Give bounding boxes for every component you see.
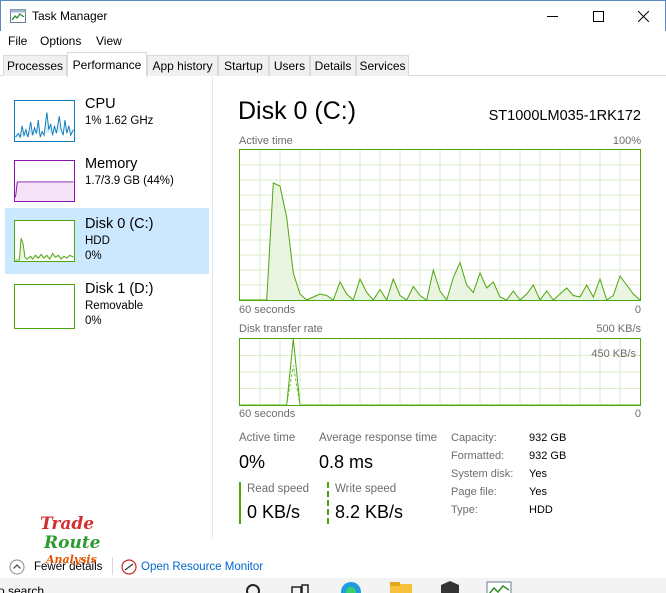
active-time-label: Active time [239, 432, 296, 444]
window-title: Task Manager [32, 9, 108, 23]
sidebar-item-detail: 1.7/3.9 GB (44%) [85, 175, 174, 187]
disk-detail-panel: Disk 0 (C:) ST1000LM035-1RK172 Active ti… [214, 77, 666, 539]
close-icon [637, 11, 649, 22]
type-value: HDD [529, 504, 553, 516]
read-speed-value: 0 KB/s [247, 502, 301, 522]
capacity-value: 932 GB [529, 432, 567, 444]
sidebar-item-usage: 0% [85, 250, 102, 262]
tab-performance[interactable]: Performance [67, 52, 147, 77]
sidebar-item-detail: Removable [85, 300, 144, 312]
tab-services[interactable]: Services [356, 55, 409, 76]
cpu-mini-graph [14, 100, 75, 142]
transfer-rate-graph: 450 KB/s [239, 338, 641, 406]
transfer-rate-graph-label: Disk transfer rate [239, 323, 323, 335]
open-resource-monitor-link[interactable]: Open Resource Monitor [141, 561, 263, 573]
resource-monitor-icon [121, 559, 137, 575]
tab-startup[interactable]: Startup [218, 55, 269, 76]
footer-divider [112, 557, 113, 575]
transfer-rate-graph-max: 500 KB/s [596, 323, 641, 335]
system-disk-label: System disk: [451, 468, 514, 480]
tab-details[interactable]: Details [310, 55, 356, 76]
store-icon[interactable] [438, 581, 462, 593]
sidebar-item-disk-1[interactable]: Disk 1 (D:) Removable 0% [5, 273, 209, 339]
watermark-line-2: Route [44, 533, 101, 553]
close-button[interactable] [620, 1, 666, 32]
sidebar-item-title: Disk 0 (C:) [85, 216, 154, 232]
sidebar-item-title: Disk 1 (D:) [85, 281, 154, 297]
disk-model: ST1000LM035-1RK172 [488, 108, 641, 124]
active-time-graph-xmin: 60 seconds [239, 304, 296, 316]
read-speed-marker [239, 482, 241, 524]
active-time-graph-label: Active time [239, 135, 293, 147]
read-speed-label: Read speed [247, 483, 310, 495]
transfer-rate-graph-xmin: 60 seconds [239, 408, 296, 420]
sidebar-item-detail: HDD [85, 235, 110, 247]
active-time-graph-xmax: 0 [634, 304, 641, 316]
task-manager-icon [10, 9, 26, 23]
write-speed-value: 8.2 KB/s [335, 502, 404, 522]
active-time-graph-max: 100% [612, 135, 641, 147]
active-time-graph [239, 149, 641, 301]
sidebar-item-cpu[interactable]: CPU 1% 1.62 GHz [5, 88, 209, 154]
taskbar-search-icon[interactable] [245, 583, 261, 593]
trade-route-watermark: Trade Route Analysis [40, 514, 101, 567]
avg-response-label: Average response time [319, 432, 438, 444]
menu-bar: File Options View [0, 31, 666, 51]
file-explorer-icon[interactable] [389, 581, 413, 593]
active-time-value: 0% [239, 452, 266, 472]
transfer-rate-inner-scale: 450 KB/s [591, 348, 636, 360]
sidebar-item-disk-0[interactable]: Disk 0 (C:) HDD 0% [5, 208, 209, 274]
capacity-label: Capacity: [451, 432, 497, 444]
write-speed-marker [327, 482, 329, 524]
transfer-rate-graph-xmax: 0 [634, 408, 641, 420]
tab-users[interactable]: Users [269, 55, 310, 76]
windows-taskbar: o search [0, 578, 666, 593]
menu-view[interactable]: View [96, 34, 122, 48]
task-view-icon[interactable] [291, 583, 309, 593]
formatted-value: 932 GB [529, 450, 567, 462]
write-speed-label: Write speed [335, 483, 397, 495]
sidebar-item-title: Memory [85, 156, 138, 172]
sidebar-item-usage: 0% [85, 315, 102, 327]
tab-bar: Processes Performance App history Startu… [0, 52, 666, 77]
maximize-icon [592, 11, 604, 22]
watermark-line-1: Trade [40, 514, 95, 534]
sidebar-item-title: CPU [85, 96, 116, 112]
memory-mini-graph [14, 160, 75, 202]
collapse-chevron-icon[interactable] [9, 559, 25, 575]
type-label: Type: [451, 504, 478, 516]
disk-1-mini-graph [14, 284, 75, 329]
page-title: Disk 0 (C:) [238, 97, 357, 125]
edge-browser-icon[interactable] [340, 581, 362, 593]
sidebar-item-memory[interactable]: Memory 1.7/3.9 GB (44%) [5, 148, 209, 214]
taskbar-task-manager-icon[interactable] [486, 581, 512, 593]
watermark-line-3: Analysis [46, 553, 97, 566]
avg-response-value: 0.8 ms [319, 452, 374, 472]
page-file-label: Page file: [451, 486, 497, 498]
minimize-button[interactable] [529, 1, 575, 32]
minimize-icon [546, 16, 558, 17]
tab-app-history[interactable]: App history [147, 55, 218, 76]
formatted-label: Formatted: [451, 450, 505, 462]
sidebar-item-detail: 1% 1.62 GHz [85, 115, 154, 127]
menu-file[interactable]: File [8, 34, 27, 48]
taskbar-search-text[interactable]: o search [0, 584, 44, 593]
disk-0-mini-graph [14, 220, 75, 262]
tab-processes[interactable]: Processes [3, 55, 67, 76]
maximize-button[interactable] [575, 1, 621, 32]
title-bar: Task Manager [0, 0, 666, 31]
resource-sidebar: CPU 1% 1.62 GHz Memory 1.7/3.9 GB (44%) … [0, 77, 213, 539]
menu-options[interactable]: Options [40, 34, 81, 48]
page-file-value: Yes [529, 486, 547, 498]
system-disk-value: Yes [529, 468, 547, 480]
